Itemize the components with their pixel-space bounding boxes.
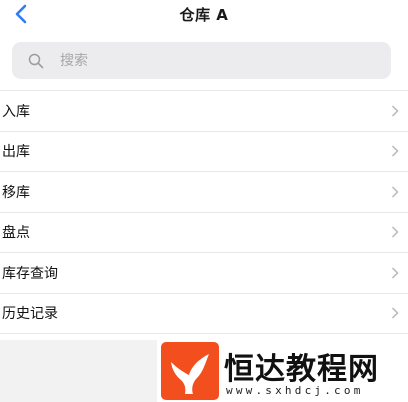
menu-item-label: 盘点 bbox=[2, 225, 30, 242]
nav-bar: 仓库 A bbox=[0, 0, 408, 32]
menu-item-label: 出库 bbox=[2, 144, 30, 161]
chevron-right-icon bbox=[391, 267, 399, 279]
chevron-right-icon bbox=[391, 226, 399, 238]
watermark-title: 恒达教程网 bbox=[224, 352, 379, 387]
menu-item-history[interactable]: 历史记录 bbox=[0, 294, 408, 334]
search-icon bbox=[28, 53, 44, 69]
menu-item-stock-in[interactable]: 入库 bbox=[0, 91, 408, 132]
menu-item-label: 库存查询 bbox=[2, 265, 58, 282]
chevron-right-icon bbox=[391, 307, 399, 319]
watermark: 恒达教程网 www.sxhdcj.com bbox=[160, 340, 408, 402]
chevron-right-icon bbox=[391, 145, 399, 157]
page-title: 仓库 A bbox=[179, 6, 229, 24]
search-input[interactable] bbox=[58, 51, 362, 70]
whale-tail-logo-icon bbox=[161, 342, 219, 400]
menu-item-stock-query[interactable]: 库存查询 bbox=[0, 253, 408, 294]
menu-item-inventory-check[interactable]: 盘点 bbox=[0, 213, 408, 253]
chevron-right-icon bbox=[391, 186, 399, 198]
menu-item-transfer[interactable]: 移库 bbox=[0, 172, 408, 213]
menu-list: 入库 出库 移库 盘点 库存查询 历史记录 bbox=[0, 90, 408, 334]
menu-item-label: 移库 bbox=[2, 184, 30, 201]
watermark-url: www.sxhdcj.com bbox=[226, 384, 364, 397]
menu-item-label: 历史记录 bbox=[2, 306, 58, 323]
menu-item-label: 入库 bbox=[2, 103, 30, 120]
menu-item-stock-out[interactable]: 出库 bbox=[0, 132, 408, 172]
empty-area bbox=[0, 340, 157, 402]
chevron-right-icon bbox=[391, 105, 399, 117]
search-bar[interactable] bbox=[12, 42, 391, 79]
